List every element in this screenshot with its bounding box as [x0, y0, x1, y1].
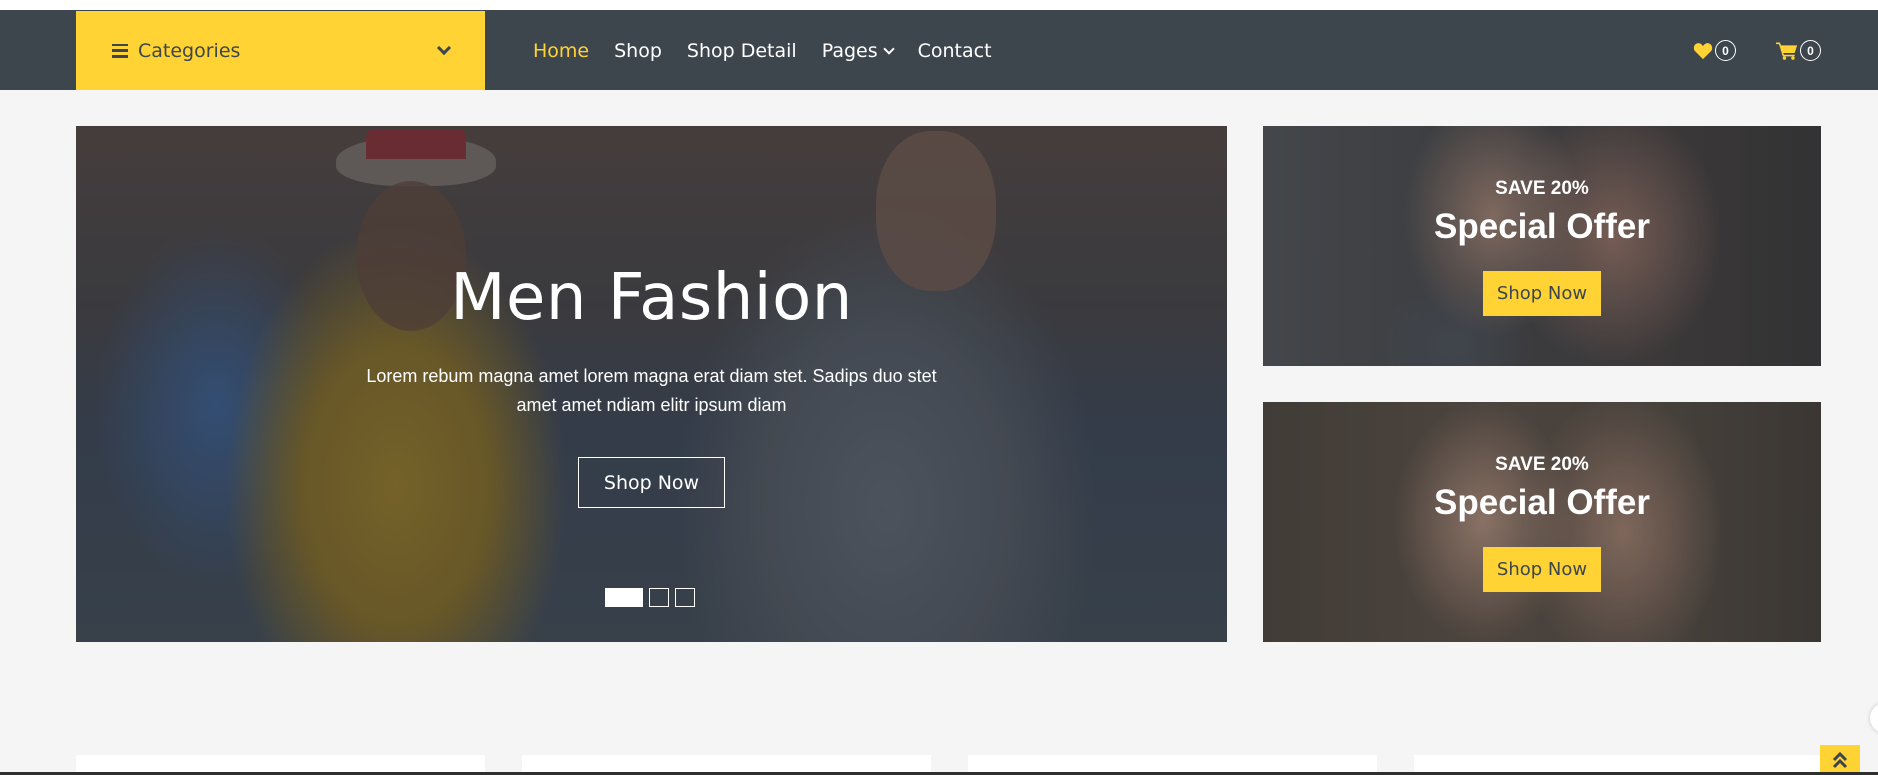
offer-shop-now-button[interactable]: Shop Now	[1483, 547, 1601, 592]
offer-banner: SAVE 20% Special Offer Shop Now	[1263, 402, 1821, 642]
nav-icons: 0 0	[1653, 11, 1821, 90]
nav-pages[interactable]: Pages	[821, 39, 895, 62]
wishlist-link[interactable]: 0	[1693, 40, 1736, 61]
nav-contact[interactable]: Contact	[918, 40, 992, 62]
hero-text: Lorem rebum magna amet lorem magna erat …	[366, 366, 937, 415]
carousel-indicator[interactable]	[675, 588, 695, 607]
carousel-indicator[interactable]	[605, 588, 643, 607]
back-to-top-button[interactable]	[1820, 745, 1860, 775]
wishlist-count-badge: 0	[1715, 40, 1736, 61]
categories-label: Categories	[138, 39, 241, 62]
cart-link[interactable]: 0	[1776, 40, 1821, 61]
nav-home[interactable]: Home	[533, 40, 589, 62]
carousel-indicator[interactable]	[649, 588, 669, 607]
hero-shop-now-button[interactable]: Shop Now	[578, 457, 725, 508]
cart-count-badge: 0	[1800, 40, 1821, 61]
navbar: Categories Home Shop Shop Detail Pages C…	[0, 11, 1878, 90]
offer-save-text: SAVE 20%	[1495, 454, 1589, 475]
shopping-cart-icon	[1776, 42, 1798, 60]
nav-shop-detail[interactable]: Shop Detail	[687, 40, 797, 62]
offer-banner: SAVE 20% Special Offer Shop Now	[1263, 126, 1821, 366]
top-strip	[0, 0, 1878, 11]
nav-pages-label: Pages	[821, 39, 878, 62]
offer-title: Special Offer	[1434, 207, 1650, 246]
chevron-down-icon	[436, 40, 452, 56]
offer-save-text: SAVE 20%	[1495, 178, 1589, 199]
nav-shop[interactable]: Shop	[614, 40, 662, 62]
heart-icon	[1693, 42, 1713, 59]
chevron-down-icon	[882, 42, 895, 55]
side-handle[interactable]	[1870, 703, 1878, 733]
hero-title: Men Fashion	[450, 261, 853, 335]
hero-caption: Men Fashion Lorem rebum magna amet lorem…	[76, 126, 1227, 642]
main-menu: Home Shop Shop Detail Pages Contact	[533, 11, 1017, 90]
double-chevron-up-icon	[1832, 751, 1848, 769]
offer-shop-now-button[interactable]: Shop Now	[1483, 271, 1601, 316]
bars-icon	[112, 43, 128, 58]
categories-toggle[interactable]: Categories	[76, 11, 485, 90]
offer-title: Special Offer	[1434, 483, 1650, 522]
hero-carousel[interactable]: Men Fashion Lorem rebum magna amet lorem…	[76, 126, 1227, 642]
carousel-indicators	[605, 588, 701, 607]
